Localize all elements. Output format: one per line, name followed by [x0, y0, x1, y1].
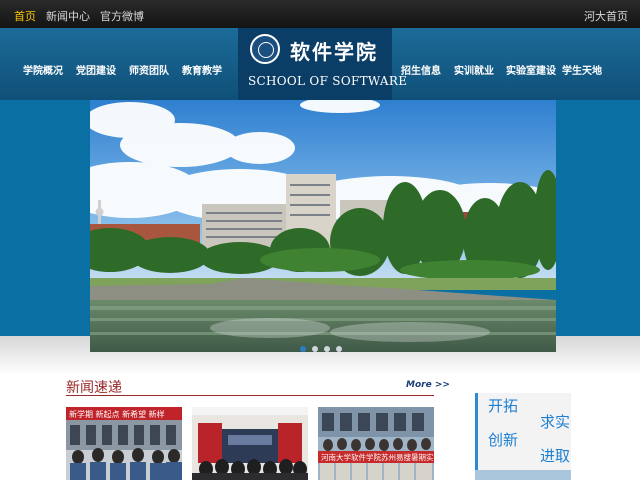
slogan-panel: 开拓 求实 创新 进取	[475, 393, 571, 480]
banner-dot-2[interactable]	[312, 346, 318, 352]
top-links: 首页 新闻中心 官方微博	[14, 8, 144, 24]
banner-pagination	[300, 346, 342, 352]
news-divider	[66, 395, 434, 396]
top-link-home[interactable]: 首页	[14, 8, 36, 24]
top-link-weibo[interactable]: 官方微博	[100, 8, 144, 24]
slogan-innovate: 创新	[488, 431, 519, 449]
banner-dot-1[interactable]	[300, 346, 306, 352]
logo-name-cn: 软件学院	[290, 40, 378, 64]
logo-name-en: SCHOOL OF SOFTWARE	[248, 74, 408, 88]
university-seal-icon	[250, 34, 280, 64]
nav-item-party[interactable]: 党团建设	[76, 62, 116, 77]
slogan-pioneer: 开拓	[488, 397, 519, 415]
news-thumb-2[interactable]	[192, 407, 308, 480]
nav-item-education[interactable]: 教育教学	[182, 62, 222, 77]
nav-item-labs[interactable]: 实验室建设	[506, 62, 556, 77]
news-thumb-3[interactable]: 河南大学软件学院苏州易搜暑期实习会	[318, 407, 434, 480]
nav-item-faculty[interactable]: 师资团队	[129, 62, 169, 77]
slogan-enterprising: 进取	[540, 447, 571, 465]
news-thumb-3-banner-text: 河南大学软件学院苏州易搜暑期实习会	[321, 452, 434, 462]
school-logo[interactable]: 软件学院 SCHOOL OF SOFTWARE	[238, 28, 407, 100]
news-section-title: 新闻速递	[66, 380, 122, 396]
slogan-realistic: 求实	[540, 413, 571, 431]
top-link-news-center[interactable]: 新闻中心	[46, 8, 90, 24]
news-more-link[interactable]: More >>	[406, 380, 450, 390]
news-thumb-1-banner-text: 新学期 新起点 新希望 新样	[69, 409, 165, 419]
nav-item-employment[interactable]: 实训就业	[454, 62, 494, 77]
nav-item-overview[interactable]: 学院概况	[23, 62, 63, 77]
banner-dot-4[interactable]	[336, 346, 342, 352]
news-thumb-1[interactable]: 新学期 新起点 新希望 新样	[66, 407, 182, 480]
banner-campus-photo[interactable]	[90, 100, 556, 352]
side-bottom-strip	[475, 470, 571, 480]
top-bar: 首页 新闻中心 官方微博 河大首页	[0, 0, 640, 28]
top-link-university-home[interactable]: 河大首页	[584, 8, 628, 24]
banner-dot-3[interactable]	[324, 346, 330, 352]
nav-item-students[interactable]: 学生天地	[562, 62, 602, 77]
